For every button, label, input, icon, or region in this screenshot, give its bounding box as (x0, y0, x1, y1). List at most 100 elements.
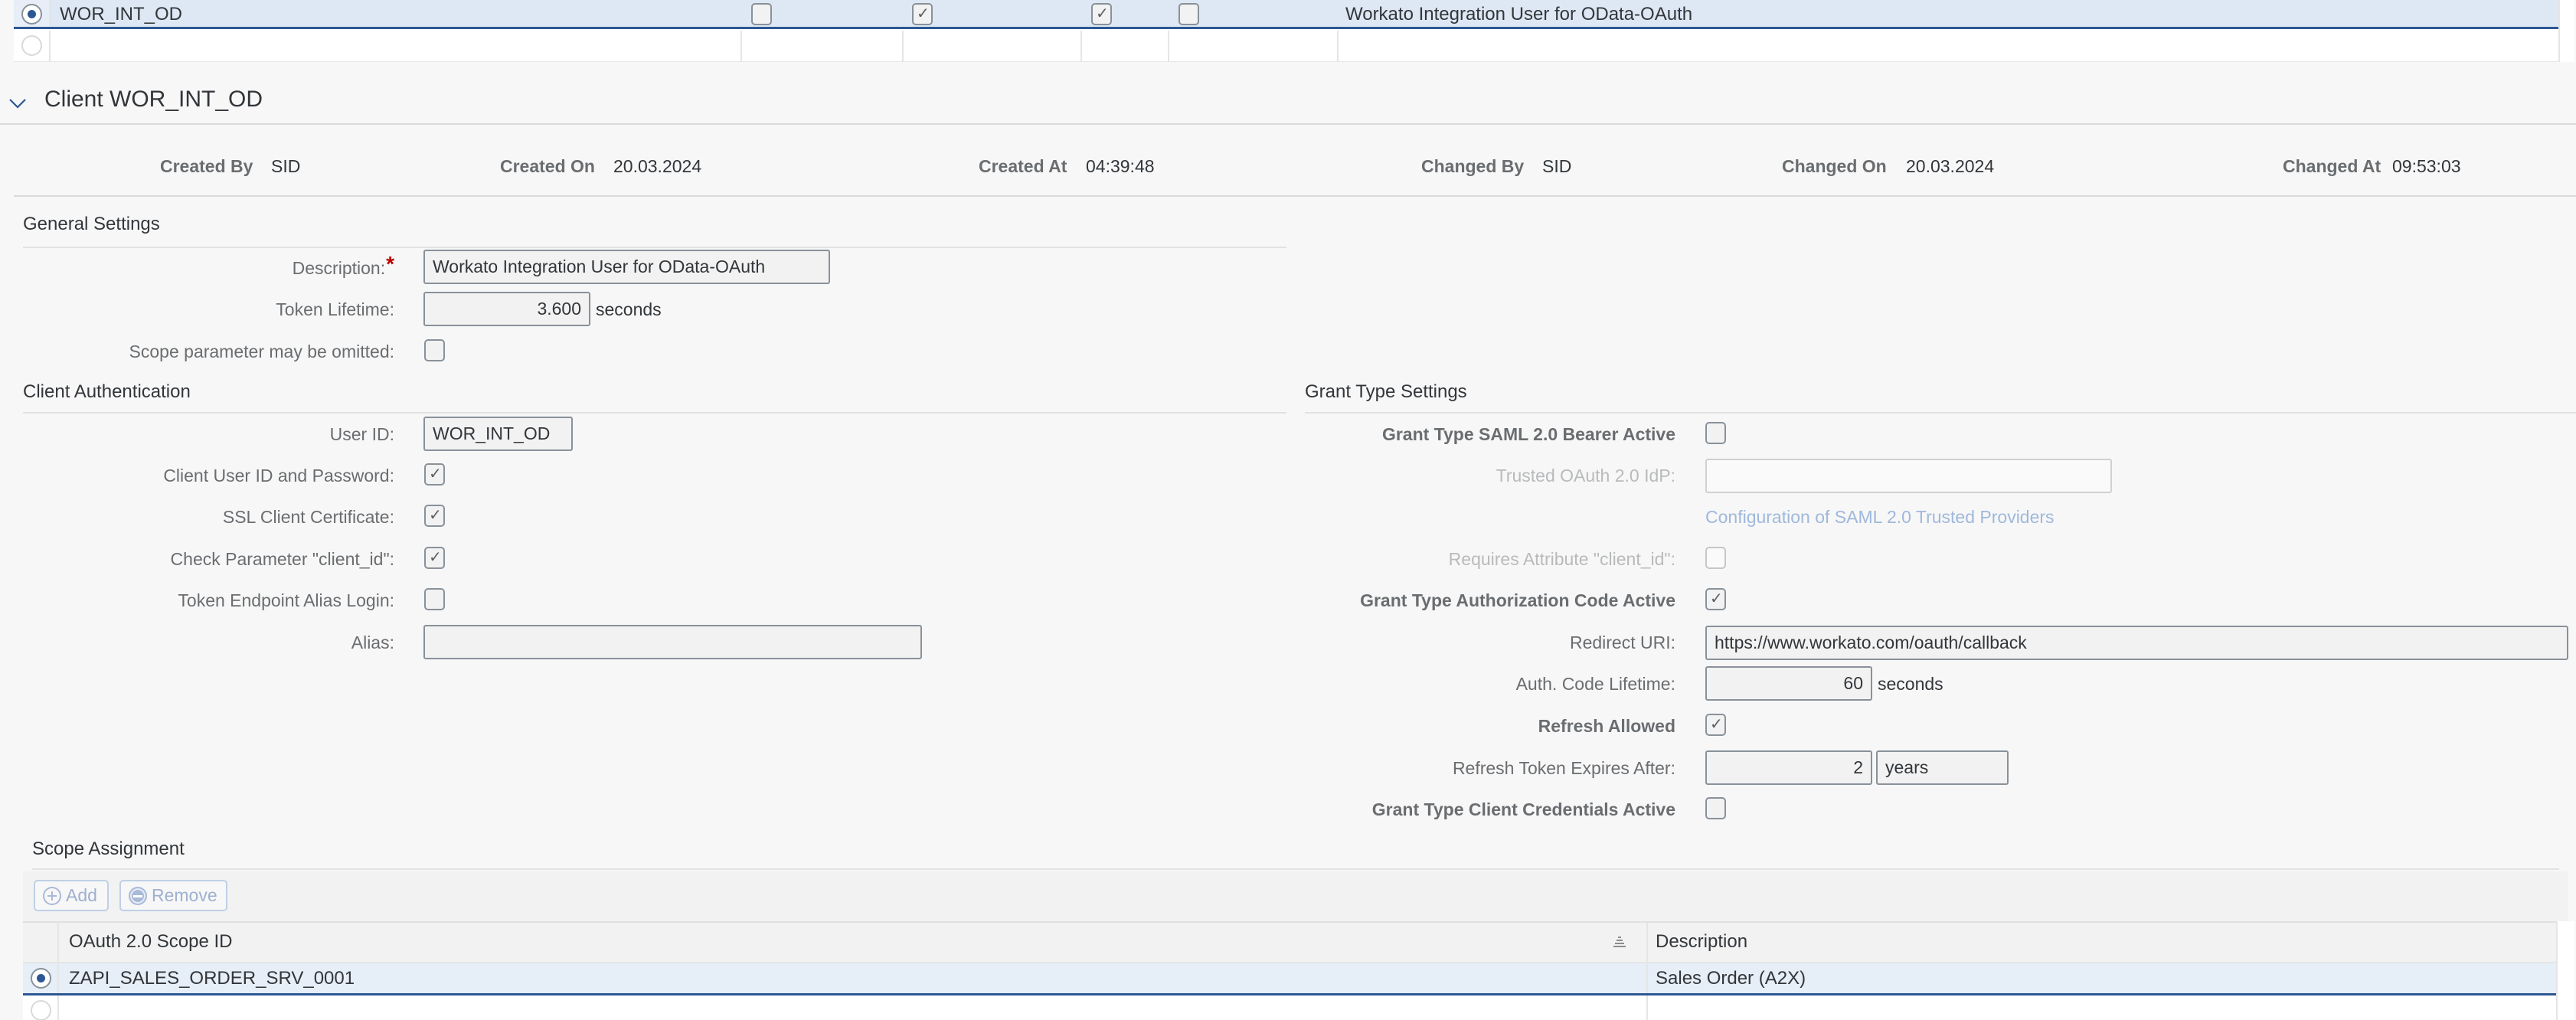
created-at-value: 04:39:48 (1086, 156, 1155, 176)
refresh-expires-unit-input[interactable]: years (1876, 750, 2009, 785)
requires-attr-label: Requires Attribute "client_id": (1448, 549, 1675, 569)
client-auth-title: Client Authentication (23, 381, 191, 402)
changed-on-value: 20.03.2024 (1906, 156, 1995, 176)
alias-login-checkbox[interactable] (424, 588, 445, 610)
scope-table: OAuth 2.0 Scope ID Description ZAPI_SALE… (23, 921, 2556, 1020)
client-cred-label: Grant Type Client Credentials Active (1371, 799, 1675, 819)
description-input[interactable]: Workato Integration User for OData-OAuth (423, 250, 830, 284)
saml-checkbox[interactable] (1705, 422, 1726, 444)
meta-divider (14, 195, 2576, 197)
add-button-label: Add (66, 885, 97, 905)
alias-label: Alias: (351, 633, 394, 652)
table-row-empty[interactable] (14, 31, 2558, 61)
user-pw-checkbox[interactable] (424, 463, 445, 485)
user-id-label: User ID: (329, 424, 394, 444)
row-selector-cell[interactable] (23, 995, 59, 1020)
column-divider (902, 31, 904, 61)
client-cred-checkbox[interactable] (1705, 797, 1726, 819)
row-radio[interactable] (21, 35, 42, 56)
general-settings-title: General Settings (23, 214, 160, 234)
description-label: Description:* (0, 252, 394, 280)
flag-checkbox-4[interactable] (1178, 3, 1199, 25)
token-lifetime-unit: seconds (596, 299, 662, 319)
trusted-idp-label: Trusted OAuth 2.0 IdP: (1496, 466, 1675, 485)
column-divider (1646, 995, 1648, 1020)
client-id-cell: WOR_INT_OD (60, 4, 183, 25)
sort-ascending-icon[interactable] (1612, 935, 1627, 949)
trusted-idp-input[interactable] (1705, 459, 2112, 493)
redirect-uri-input[interactable]: https://www.workato.com/oauth/callback (1705, 626, 2568, 660)
user-id-input[interactable]: WOR_INT_OD (423, 417, 573, 451)
client-table: WOR_INT_OD Workato Integration User for … (14, 0, 2574, 62)
add-circle-icon (43, 887, 61, 905)
flag-checkbox-1[interactable] (751, 3, 772, 25)
scope-toolbar: Add Remove (23, 871, 2568, 921)
saml-config-link[interactable]: Configuration of SAML 2.0 Trusted Provid… (1705, 507, 2055, 528)
token-lifetime-input[interactable]: 3.600 (423, 292, 590, 326)
column-divider (1646, 963, 1648, 993)
column-header-scope-id[interactable]: OAuth 2.0 Scope ID (69, 931, 232, 953)
refresh-allowed-checkbox[interactable] (1705, 714, 1726, 736)
alias-input[interactable] (423, 625, 922, 659)
add-button[interactable]: Add (34, 880, 109, 911)
remove-circle-icon (129, 887, 147, 905)
grant-type-title: Grant Type Settings (1305, 381, 1467, 402)
row-radio-selected[interactable] (31, 968, 51, 989)
auth-code-label: Grant Type Authorization Code Active (1360, 590, 1675, 610)
row-radio[interactable] (31, 1000, 51, 1020)
scope-description-cell: Sales Order (A2X) (1656, 968, 1806, 989)
select-all-cell[interactable] (23, 923, 59, 962)
column-divider (740, 31, 742, 61)
created-on-value: 20.03.2024 (613, 156, 702, 176)
refresh-allowed-label: Refresh Allowed (1538, 716, 1675, 736)
requires-attr-checkbox[interactable] (1705, 547, 1726, 569)
refresh-expires-input[interactable]: 2 (1705, 750, 1872, 785)
refresh-expires-label: Refresh Token Expires After: (1452, 758, 1675, 778)
row-selector-cell[interactable] (14, 0, 51, 27)
ssl-cert-checkbox[interactable] (424, 505, 445, 527)
check-param-label: Check Parameter "client_id": (170, 549, 394, 569)
flag-checkbox-3[interactable] (1091, 3, 1112, 25)
changed-at-label: Changed At (2283, 156, 2381, 176)
table-row[interactable]: ZAPI_SALES_ORDER_SRV_0001 Sales Order (A… (23, 963, 2556, 995)
required-marker: * (386, 252, 394, 276)
column-divider (1168, 31, 1169, 61)
auth-code-lifetime-label: Auth. Code Lifetime: (1515, 674, 1675, 694)
remove-button[interactable]: Remove (119, 880, 227, 911)
grant-type-divider (1305, 412, 2576, 414)
column-header-description[interactable]: Description (1656, 931, 1747, 953)
column-divider (1646, 923, 1648, 962)
panel-title[interactable]: Client WOR_INT_OD (44, 87, 263, 113)
flag-checkbox-2[interactable] (912, 3, 933, 25)
redirect-uri-label: Redirect URI: (1569, 633, 1675, 652)
table-row-empty[interactable] (23, 995, 2556, 1020)
auth-code-checkbox[interactable] (1705, 588, 1726, 610)
vertical-scrollbar[interactable] (2558, 0, 2574, 62)
vertical-scrollbar[interactable] (2556, 921, 2574, 1020)
created-by-value: SID (271, 156, 301, 176)
check-param-checkbox[interactable] (424, 547, 445, 569)
auth-code-lifetime-input[interactable]: 60 (1705, 666, 1872, 701)
row-radio-selected[interactable] (21, 4, 42, 25)
token-lifetime-label: Token Lifetime: (276, 299, 394, 319)
scope-assignment-divider (32, 868, 2559, 870)
alias-login-label: Token Endpoint Alias Login: (178, 590, 394, 610)
scope-omit-checkbox[interactable] (424, 339, 445, 361)
row-selector-cell[interactable] (23, 963, 59, 993)
changed-at-value: 09:53:03 (2392, 156, 2461, 176)
chevron-down-icon[interactable] (8, 97, 28, 110)
remove-button-label: Remove (152, 885, 217, 905)
description-cell: Workato Integration User for OData-OAuth (1345, 4, 1693, 25)
column-divider (1080, 31, 1082, 61)
table-row[interactable]: WOR_INT_OD Workato Integration User for … (14, 0, 2558, 29)
auth-code-lifetime-unit: seconds (1878, 674, 1943, 694)
created-at-label: Created At (979, 156, 1067, 176)
changed-on-label: Changed On (1782, 156, 1887, 176)
client-auth-divider (23, 412, 1286, 414)
created-on-label: Created On (500, 156, 595, 176)
row-selector-cell[interactable] (14, 31, 51, 61)
description-label-text: Description: (292, 258, 386, 278)
scope-omit-label: Scope parameter may be omitted: (129, 342, 394, 361)
general-settings-divider (23, 247, 1286, 248)
ssl-cert-label: SSL Client Certificate: (222, 507, 394, 527)
